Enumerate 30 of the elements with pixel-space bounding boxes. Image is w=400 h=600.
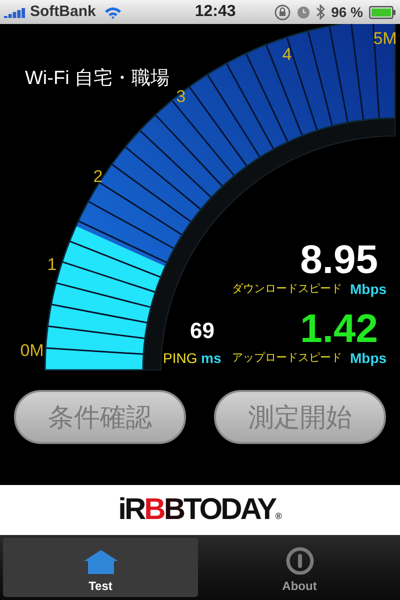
ping-unit: ms (201, 349, 222, 368)
gauge-tick-label: 5M (373, 29, 397, 48)
info-icon (286, 547, 314, 575)
ping-label: PING (163, 349, 198, 368)
alarm-icon (297, 6, 310, 18)
carrier-name: SoftBank (30, 2, 96, 22)
download-unit: Mbps (350, 280, 387, 299)
gauge-tick-label: 2 (93, 167, 103, 186)
battery-percent: 96 % (331, 2, 363, 22)
battery-icon (369, 6, 396, 18)
ping-value: 69 (190, 320, 214, 342)
download-label: ダウンロードスピード (232, 282, 342, 297)
signal-icon (4, 6, 26, 18)
rotation-lock-icon (274, 4, 292, 20)
bluetooth-icon (316, 4, 326, 20)
upload-label: アップロードスピード (232, 350, 342, 366)
gauge-tick-label: 1 (47, 255, 57, 274)
network-name: Wi-Fi 自宅・職場 (25, 67, 170, 91)
gauge-tick-label: 0M (20, 341, 44, 360)
download-speed: 8.95 (300, 240, 378, 280)
tab[interactable]: Test (3, 538, 198, 597)
logo: iRBBTODAY® (118, 495, 282, 525)
upload-speed: 1.42 (300, 309, 378, 349)
gauge-tick-label: 3 (176, 87, 186, 106)
house-icon (82, 549, 120, 575)
tab[interactable]: About (202, 538, 397, 597)
gauge-tick-label: 4 (282, 45, 292, 64)
wifi-icon (104, 6, 122, 18)
upload-unit: Mbps (350, 349, 387, 368)
clock-time: 12:43 (194, 2, 236, 22)
